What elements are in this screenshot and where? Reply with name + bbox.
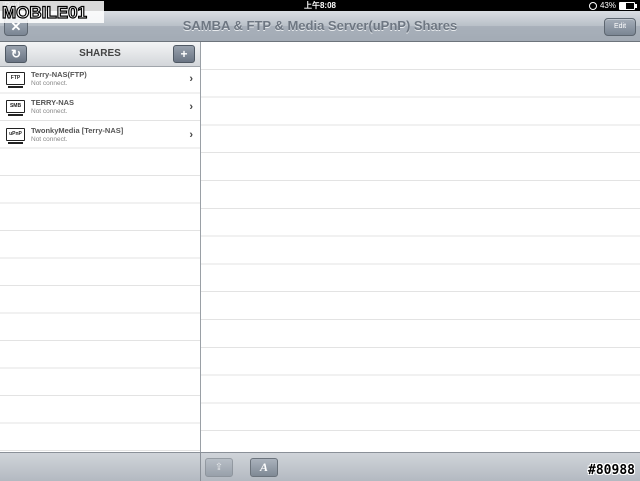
edit-button[interactable]: Edit [604,18,636,36]
chevron-right-icon: › [189,73,193,85]
detail-pane [201,42,640,452]
share-name: Terry-NAS(FTP) [31,70,87,79]
font-button[interactable]: A [250,458,278,477]
battery-fill [620,2,627,9]
share-row-ftp[interactable]: FTP Terry-NAS(FTP) Not connect. › [0,67,200,94]
shares-sidebar: SHARES ↻ + FTP Terry-NAS(FTP) Not connec… [0,42,201,452]
add-share-button[interactable]: + [173,45,195,63]
smb-icon: SMB [6,100,25,116]
watermark-id: #80988 [588,463,635,478]
refresh-button[interactable]: ↻ [5,45,27,63]
battery-percent: 43% [599,1,616,10]
share-status: Not connect. [31,80,68,87]
plus-icon: + [180,47,188,61]
shares-title: SHARES [79,48,121,59]
share-name: TwonkyMedia [Terry-NAS] [31,126,124,135]
watermark-logo-text: MOBILE01 [2,3,87,22]
share-icon: ⇪ [214,462,224,473]
chevron-right-icon: › [189,129,193,141]
chevron-right-icon: › [189,101,193,113]
share-name: TERRY-NAS [31,98,75,107]
upnp-icon: uPnP [6,128,25,144]
bottom-toolbar: ⇪ A [0,452,640,481]
share-button[interactable]: ⇪ [205,458,233,477]
status-right: 43% [588,0,637,11]
mobile01-watermark-logo: MOBILE01 [0,1,104,23]
share-row-upnp[interactable]: uPnP TwonkyMedia [Terry-NAS] Not connect… [0,123,200,150]
shares-header: SHARES ↻ + [0,42,200,67]
toolbar-divider [200,453,201,481]
refresh-icon: ↻ [10,47,22,61]
detail-pane-lines [201,42,640,452]
battery-icon [619,1,637,10]
share-status: Not connect. [31,108,68,115]
orientation-lock-icon [588,1,597,10]
share-row-smb[interactable]: SMB TERRY-NAS Not connect. › [0,95,200,122]
share-status: Not connect. [31,136,68,143]
ftp-icon: FTP [6,72,25,88]
